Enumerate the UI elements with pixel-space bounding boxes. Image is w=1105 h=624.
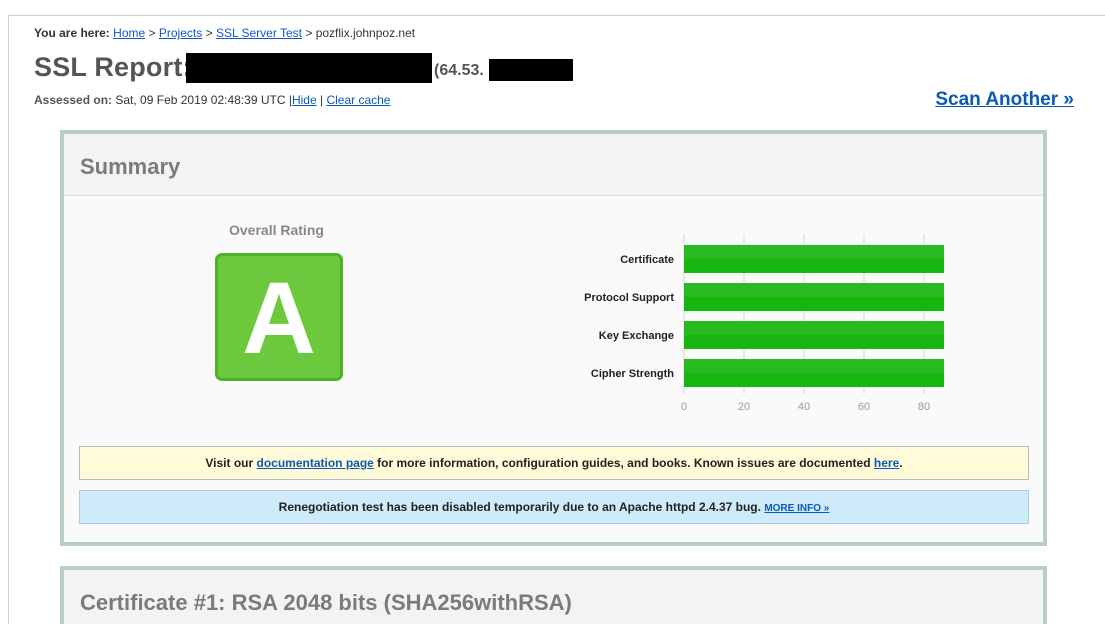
- breadcrumb-projects-link[interactable]: Projects: [159, 26, 202, 40]
- breadcrumb-current: pozflix.johnpoz.net: [315, 26, 416, 40]
- summary-header: Summary: [64, 134, 1043, 196]
- certificate-panel: Certificate #1: RSA 2048 bits (SHA256wit…: [60, 566, 1047, 624]
- assessed-separator: |: [319, 93, 324, 107]
- chart-bar-highlight: [684, 359, 944, 373]
- more-info-link[interactable]: MORE INFO »: [764, 503, 829, 514]
- assessed-date: Sat, 09 Feb 2019 02:48:39 UTC: [115, 93, 286, 107]
- chart-x-tick-label: 20: [738, 401, 750, 413]
- report-ip-fragment: (64.53.: [434, 62, 484, 79]
- report-title: SSL Report:: [34, 52, 192, 82]
- overall-grade-letter: A: [242, 260, 316, 375]
- chart-bar-highlight: [684, 245, 944, 259]
- documentation-notice-text-post: .: [899, 456, 903, 470]
- breadcrumb-ssl-server-test-link[interactable]: SSL Server Test: [216, 26, 302, 40]
- breadcrumb-prefix: You are here:: [34, 26, 110, 40]
- renegotiation-notice: Renegotiation test has been disabled tem…: [79, 490, 1029, 524]
- breadcrumb-separator: >: [205, 26, 213, 40]
- chart-x-tick-label: 80: [918, 401, 930, 413]
- documentation-page-link[interactable]: documentation page: [257, 456, 374, 470]
- known-issues-link[interactable]: here: [874, 456, 899, 470]
- rating-chart: 020406080100CertificateProtocol SupportK…: [484, 232, 944, 422]
- documentation-notice-text-pre: Visit our: [205, 456, 257, 470]
- chart-category-label: Certificate: [620, 254, 674, 266]
- summary-title: Summary: [80, 154, 181, 179]
- chart-category-label: Protocol Support: [584, 292, 674, 304]
- documentation-notice-text-mid: for more information, configuration guid…: [373, 456, 874, 470]
- breadcrumb-separator: >: [305, 26, 313, 40]
- chart-bar-highlight: [684, 321, 944, 335]
- chart-category-label: Cipher Strength: [591, 368, 674, 380]
- overall-rating-label: Overall Rating: [229, 222, 324, 238]
- assessed-line: Assessed on: Sat, 09 Feb 2019 02:48:39 U…: [34, 93, 390, 107]
- chart-x-tick-label: 40: [798, 401, 810, 413]
- chart-x-tick-label: 60: [858, 401, 870, 413]
- breadcrumb-home-link[interactable]: Home: [113, 26, 145, 40]
- certificate-title: Certificate #1: RSA 2048 bits (SHA256wit…: [80, 590, 572, 615]
- redacted-hostname: [186, 53, 432, 83]
- breadcrumb: You are here: Home > Projects > SSL Serv…: [34, 26, 415, 40]
- summary-panel: Summary Overall Rating A 020406080100Cer…: [60, 130, 1047, 546]
- breadcrumb-separator: >: [148, 26, 156, 40]
- documentation-notice: Visit our documentation page for more in…: [79, 446, 1029, 480]
- redacted-ip: [489, 59, 573, 81]
- rating-chart-svg: 020406080100CertificateProtocol SupportK…: [584, 234, 944, 413]
- assessed-label: Assessed on:: [34, 93, 113, 107]
- chart-x-tick-label: 0: [681, 401, 687, 413]
- chart-bar-highlight: [684, 283, 944, 297]
- hide-link[interactable]: Hide: [292, 93, 317, 107]
- clear-cache-link[interactable]: Clear cache: [326, 93, 390, 107]
- overall-grade-badge: A: [215, 253, 343, 381]
- chart-category-label: Key Exchange: [599, 330, 674, 342]
- scan-another-link[interactable]: Scan Another »: [935, 89, 1074, 111]
- renegotiation-notice-text: Renegotiation test has been disabled tem…: [278, 500, 765, 514]
